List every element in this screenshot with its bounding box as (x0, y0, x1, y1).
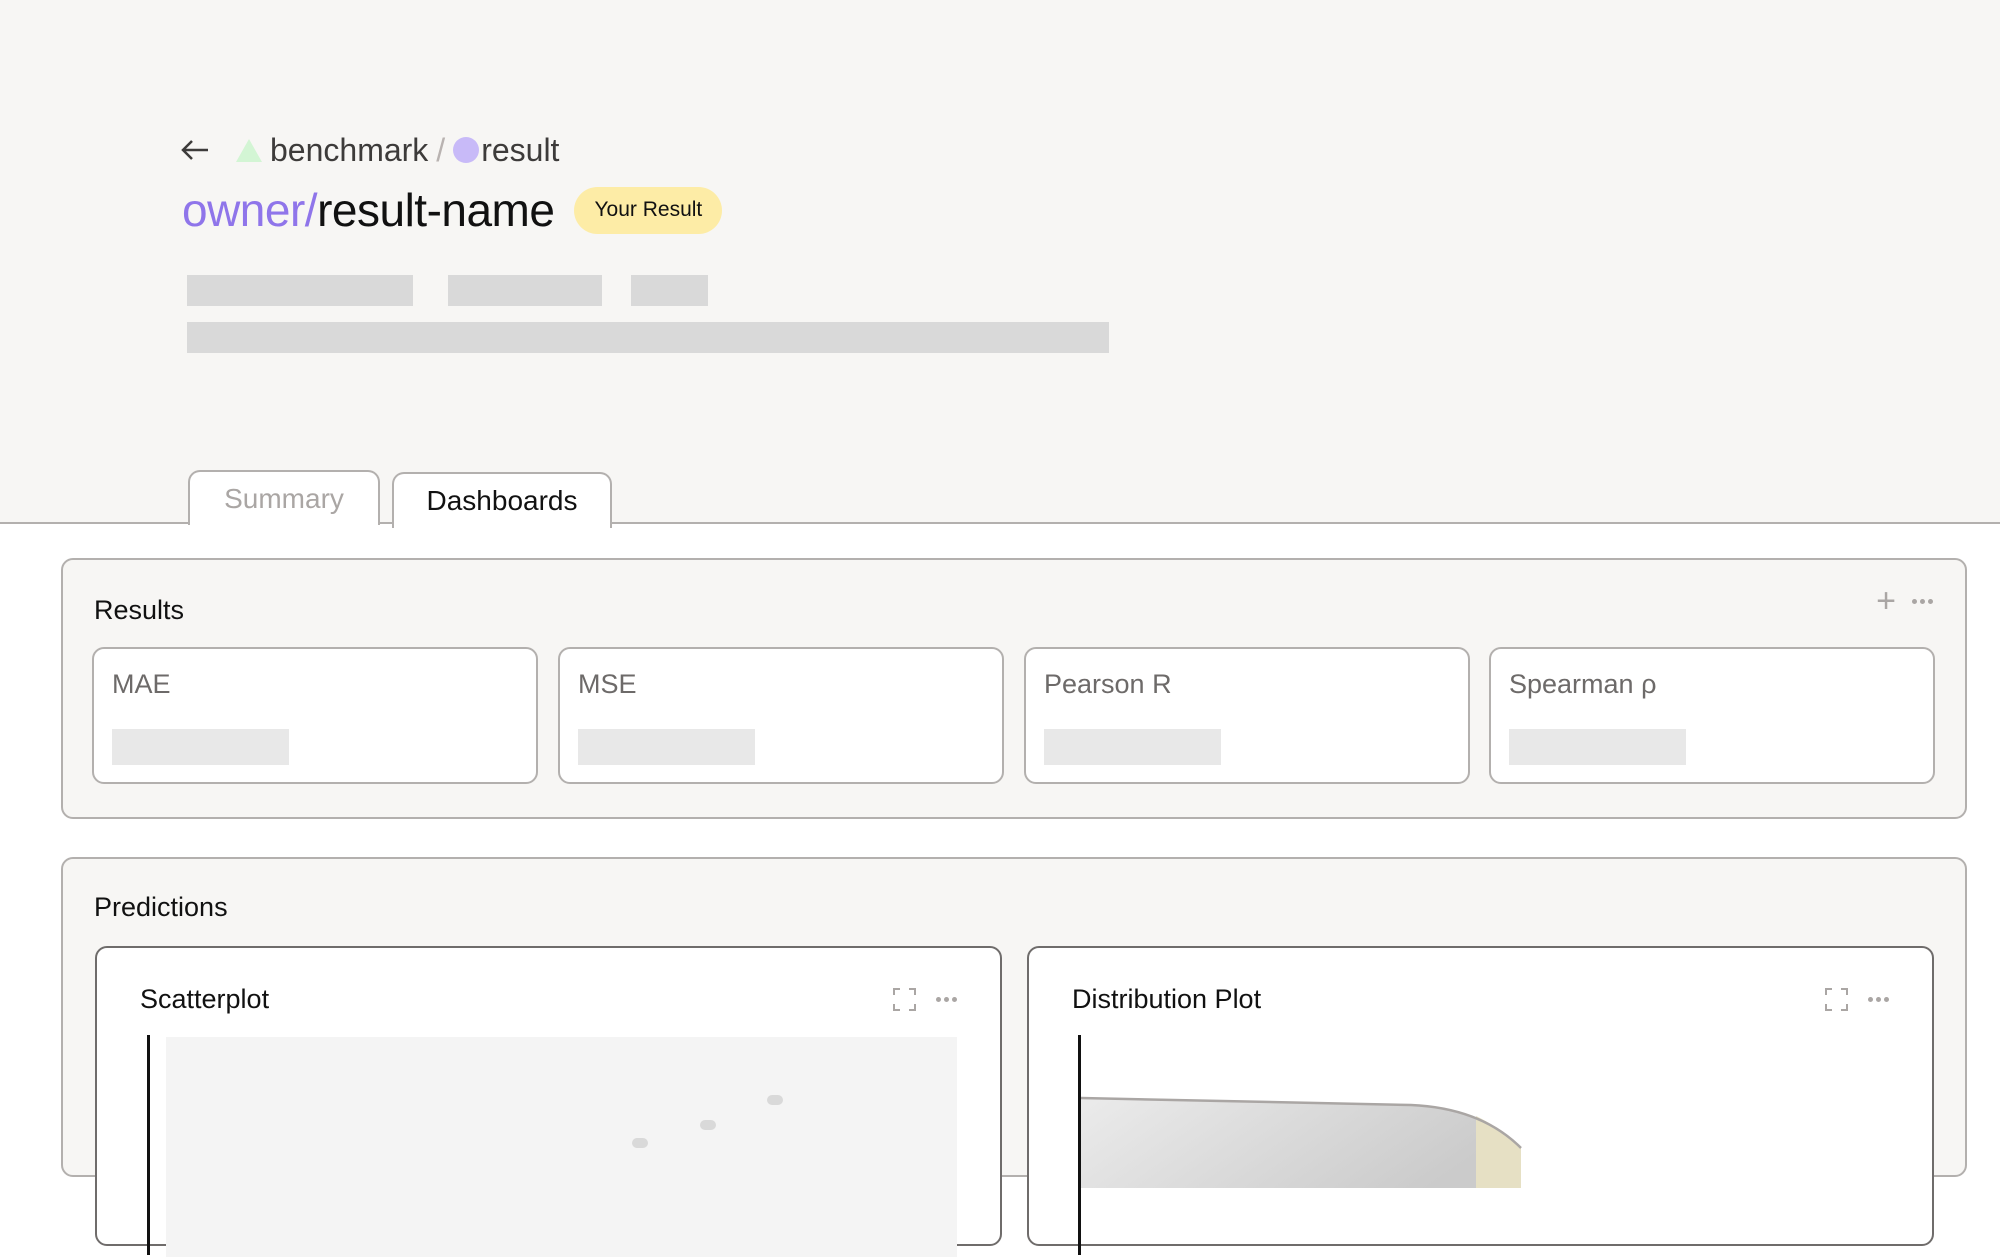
distribution-highlight (1476, 1116, 1521, 1188)
title-owner[interactable]: owner/ (182, 183, 318, 237)
expand-icon[interactable] (1825, 988, 1848, 1011)
metric-value-skeleton (1044, 729, 1221, 765)
more-horizontal-icon[interactable] (936, 997, 957, 1002)
triangle-icon (236, 138, 262, 162)
scatter-y-axis (147, 1035, 150, 1255)
skeleton-meta-1 (187, 275, 413, 306)
breadcrumb: benchmark / result (180, 130, 559, 170)
metric-label: Spearman ρ (1509, 669, 1657, 699)
your-result-badge: Your Result (574, 186, 723, 234)
scatter-point (767, 1095, 783, 1105)
breadcrumb-separator: / (436, 131, 446, 168)
scatter-point (700, 1120, 716, 1130)
breadcrumb-result[interactable]: result (481, 132, 559, 169)
tab-dashboards[interactable]: Dashboards (392, 472, 612, 528)
circle-icon (453, 137, 480, 163)
plus-icon[interactable]: + (1876, 584, 1896, 618)
scatterplot-title: Scatterplot (140, 984, 270, 1014)
distribution-plot-title: Distribution Plot (1072, 984, 1262, 1014)
skeleton-meta-2 (448, 275, 602, 306)
predictions-title: Predictions (94, 892, 228, 922)
breadcrumb-benchmark[interactable]: benchmark (270, 132, 428, 169)
skeleton-meta-3 (631, 275, 708, 306)
more-horizontal-icon[interactable] (1912, 598, 1933, 604)
tab-bar: Summary Dashboards (188, 470, 612, 528)
expand-icon[interactable] (893, 988, 916, 1011)
results-title: Results (94, 595, 185, 625)
scatter-plot-area (166, 1037, 957, 1257)
title-result-name: result-name (317, 184, 555, 236)
more-horizontal-icon[interactable] (1868, 997, 1889, 1002)
metric-value-skeleton (1509, 729, 1686, 765)
tab-summary[interactable]: Summary (188, 470, 380, 525)
distribution-plot-card: Distribution Plot (1027, 946, 1934, 1255)
metric-card-spearman[interactable]: Spearman ρ (1489, 647, 1935, 784)
scatterplot-card: Scatterplot (95, 946, 1002, 1257)
results-panel: Results + MAE MSE Pearson R Spearman ρ (61, 558, 1967, 819)
metric-card-mae[interactable]: MAE (92, 647, 538, 784)
metric-card-pearson[interactable]: Pearson R (1024, 647, 1470, 784)
metric-label: MSE (578, 669, 637, 699)
arrow-left-icon[interactable] (180, 138, 210, 162)
page-header: benchmark / result owner/ result-name Yo… (0, 0, 2000, 528)
metric-value-skeleton (578, 729, 755, 765)
metric-label: Pearson R (1044, 669, 1172, 699)
distribution-curve (1081, 1096, 1522, 1188)
skeleton-description (187, 322, 1109, 353)
scatter-point (632, 1138, 648, 1148)
metric-value-skeleton (112, 729, 289, 765)
metric-card-mse[interactable]: MSE (558, 647, 1004, 784)
page-title: owner/ result-name Your Result (182, 180, 723, 240)
predictions-panel: Predictions Scatterplot Distribution Plo… (61, 857, 1967, 1257)
metric-label: MAE (112, 669, 171, 699)
